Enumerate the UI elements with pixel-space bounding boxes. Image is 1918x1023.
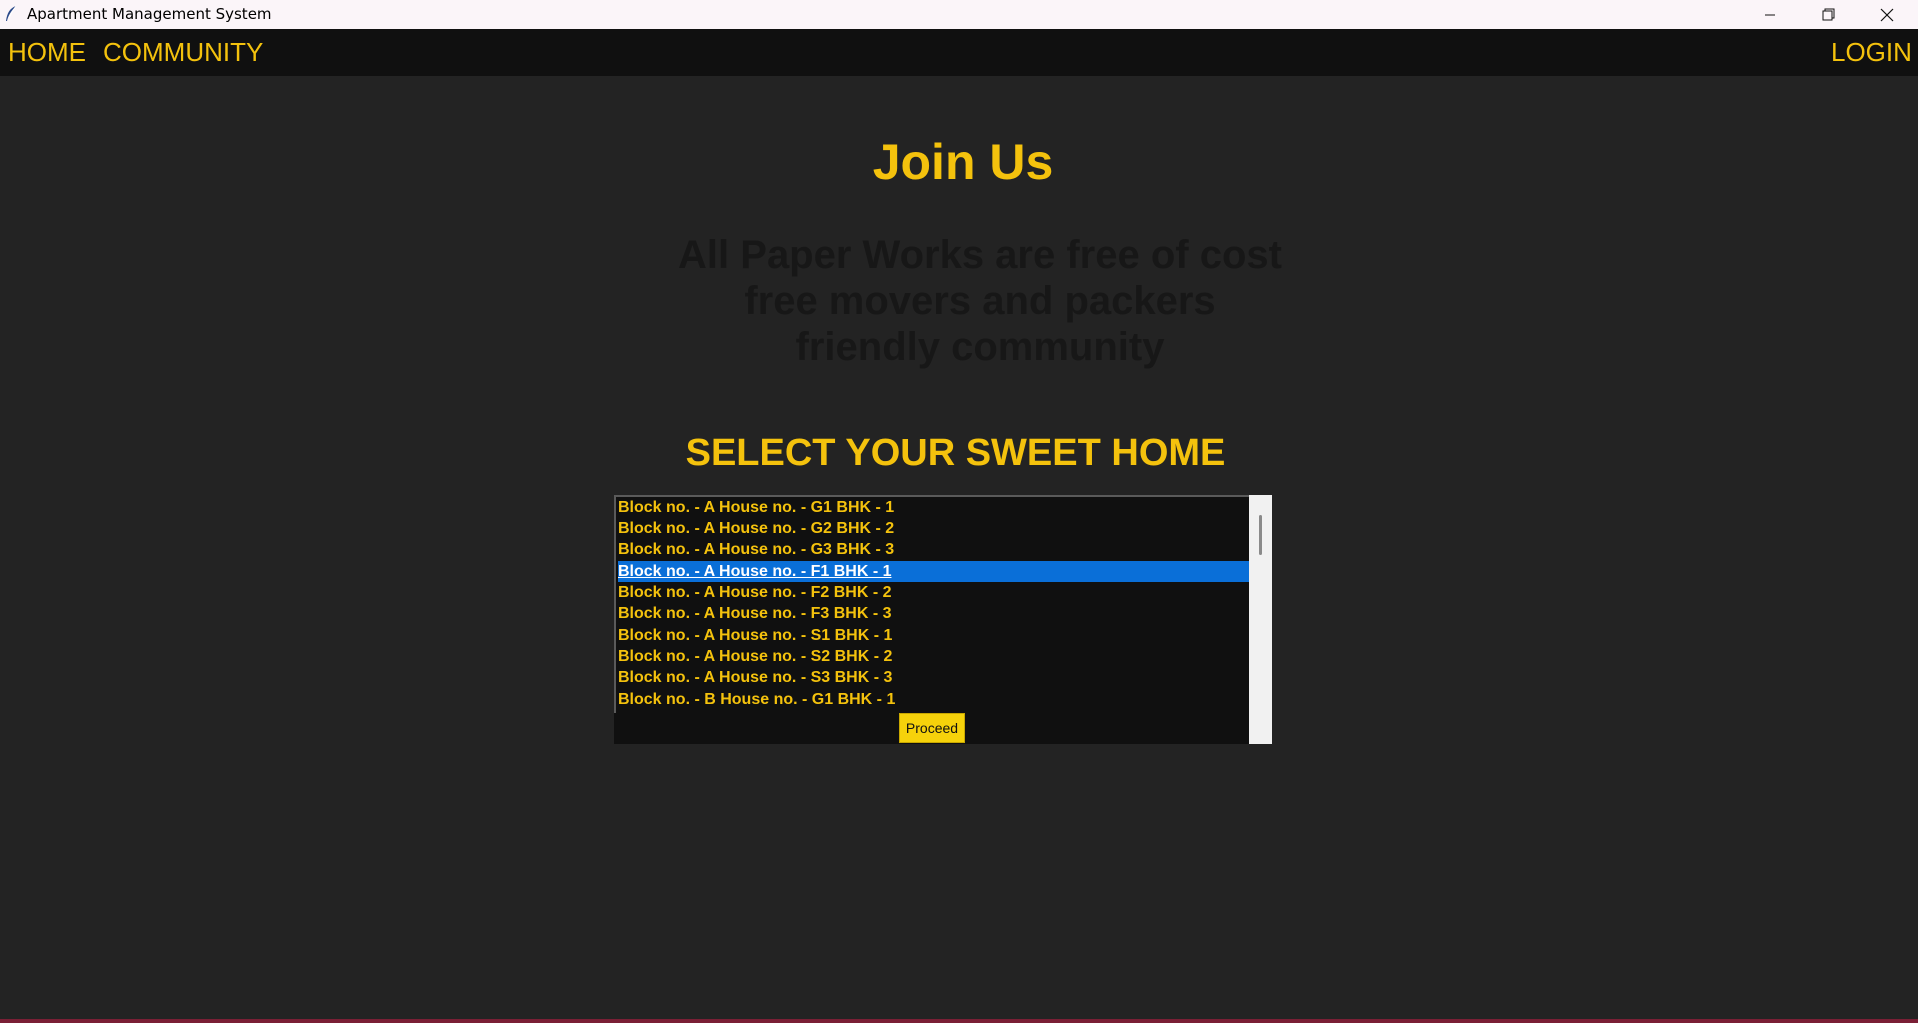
window-titlebar: Apartment Management System: [0, 0, 1918, 29]
tagline-2: free movers and packers: [744, 279, 1216, 323]
minimize-icon[interactable]: [1742, 0, 1798, 29]
list-item[interactable]: Block no. - A House no. - G2 BHK - 2: [618, 518, 1249, 539]
list-item[interactable]: Block no. - A House no. - S1 BHK - 1: [618, 625, 1249, 646]
close-icon[interactable]: [1859, 0, 1915, 29]
tagline-1: All Paper Works are free of cost: [678, 233, 1282, 277]
window-bottom-border: [0, 1019, 1918, 1023]
list-item[interactable]: Block no. - B House no. - G1 BHK - 1: [618, 689, 1249, 710]
nav-login[interactable]: LOGIN: [1831, 37, 1912, 67]
house-listbox[interactable]: Block no. - A House no. - G1 BHK - 1 Blo…: [614, 495, 1253, 715]
feather-icon: [4, 5, 18, 23]
tagline-3: friendly community: [795, 325, 1165, 369]
nav-community[interactable]: COMMUNITY: [103, 37, 263, 67]
list-item[interactable]: Block no. - A House no. - F2 BHK - 2: [618, 582, 1249, 603]
scrollbar-thumb[interactable]: [1259, 515, 1262, 555]
list-item[interactable]: Block no. - A House no. - G1 BHK - 1: [618, 497, 1249, 518]
restore-icon[interactable]: [1800, 0, 1856, 29]
list-item[interactable]: Block no. - A House no. - G3 BHK - 3: [618, 539, 1249, 560]
list-item[interactable]: Block no. - A House no. - S2 BHK - 2: [618, 646, 1249, 667]
list-item[interactable]: Block no. - A House no. - S3 BHK - 3: [618, 667, 1249, 688]
list-item[interactable]: Block no. - A House no. - F3 BHK - 3: [618, 603, 1249, 624]
window-title: Apartment Management System: [27, 5, 272, 23]
top-navbar: HOME COMMUNITY LOGIN: [0, 29, 1918, 76]
listbox-scrollbar[interactable]: [1249, 495, 1272, 744]
select-home-heading: SELECT YOUR SWEET HOME: [685, 432, 1226, 474]
proceed-button[interactable]: Proceed: [899, 713, 965, 743]
nav-home[interactable]: HOME: [8, 37, 86, 67]
list-item-selected[interactable]: Block no. - A House no. - F1 BHK - 1: [618, 561, 1249, 582]
page-title: Join Us: [872, 134, 1054, 190]
